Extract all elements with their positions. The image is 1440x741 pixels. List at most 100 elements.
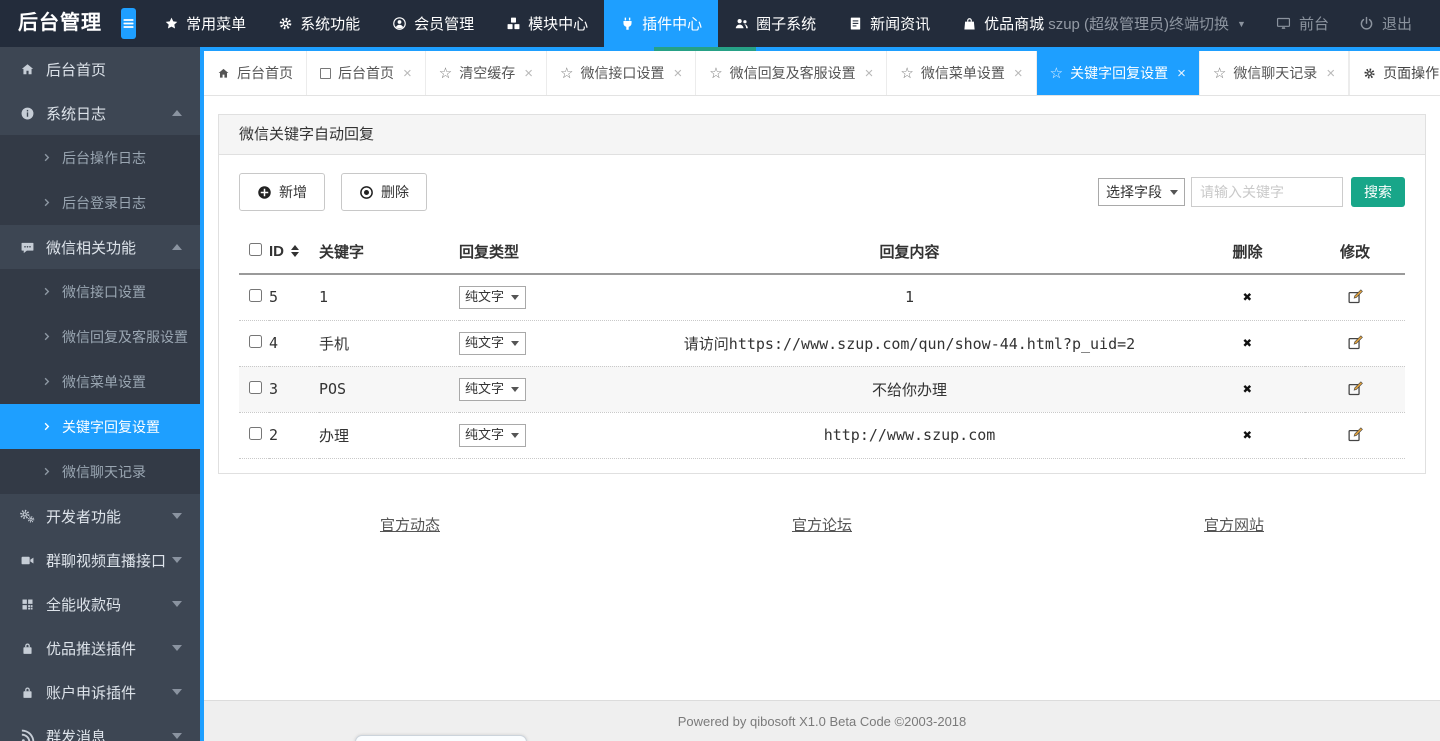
edit-icon[interactable] bbox=[1347, 380, 1364, 397]
nav-item-member-management[interactable]: 会员管理 bbox=[376, 0, 490, 47]
logout-button[interactable]: 退出 bbox=[1359, 13, 1412, 34]
tab-wechat-chat-log[interactable]: ☆ 微信聊天记录 × bbox=[1200, 51, 1350, 95]
tab-home-2[interactable]: 后台首页 × bbox=[307, 51, 426, 95]
tab-wechat-reply-service[interactable]: ☆ 微信回复及客服设置 × bbox=[696, 51, 888, 95]
nav-item-label: 圈子系统 bbox=[756, 16, 817, 33]
column-header-delete: 删除 bbox=[1190, 229, 1305, 275]
add-button[interactable]: 新增 bbox=[239, 173, 325, 211]
sidebar-group-payment-code[interactable]: 全能收款码 bbox=[0, 582, 200, 626]
sidebar-item-keyword-reply[interactable]: 关键字回复设置 bbox=[0, 404, 200, 449]
tab-wechat-api[interactable]: ☆ 微信接口设置 × bbox=[547, 51, 697, 95]
reply-type-select[interactable]: 纯文字 bbox=[459, 377, 526, 401]
tab-keyword-reply[interactable]: ☆ 关键字回复设置 × bbox=[1036, 51, 1200, 95]
frontend-link[interactable]: 前台 bbox=[1276, 13, 1329, 34]
caret-down-icon bbox=[172, 513, 182, 519]
reply-type-select[interactable]: 纯文字 bbox=[459, 423, 526, 447]
search-button[interactable]: 搜索 bbox=[1351, 177, 1405, 207]
close-icon[interactable]: × bbox=[1014, 65, 1023, 82]
select-all-checkbox[interactable] bbox=[249, 242, 262, 256]
sidebar-item-wechat-api[interactable]: 微信接口设置 bbox=[0, 269, 200, 314]
nav-item-common-menu[interactable]: 常用菜单 bbox=[148, 0, 262, 47]
sidebar-item-login-log[interactable]: 后台登录日志 bbox=[0, 180, 200, 225]
sidebar-item-operation-log[interactable]: 后台操作日志 bbox=[0, 135, 200, 180]
sidebar-item-label: 全能收款码 bbox=[46, 596, 122, 614]
nav-item-news[interactable]: 新闻资讯 bbox=[832, 0, 946, 47]
nav-item-module-center[interactable]: 模块中心 bbox=[490, 0, 604, 47]
delete-row-icon[interactable]: ✖ bbox=[1243, 380, 1252, 398]
page-operations-menu[interactable]: 页面操作 ▼ bbox=[1349, 51, 1440, 95]
caret-down-icon bbox=[172, 601, 182, 607]
tab-wechat-menu[interactable]: ☆ 微信菜单设置 × bbox=[887, 51, 1037, 95]
keyword-search-input[interactable] bbox=[1191, 177, 1343, 207]
info-circle-icon bbox=[21, 107, 34, 119]
close-icon[interactable]: × bbox=[673, 65, 682, 82]
close-icon[interactable]: × bbox=[865, 65, 874, 82]
official-site-link[interactable]: 官方网站 bbox=[1028, 514, 1440, 535]
row-checkbox[interactable] bbox=[249, 335, 262, 348]
nav-item-label: 会员管理 bbox=[414, 16, 475, 33]
sidebar-item-wechat-menu[interactable]: 微信菜单设置 bbox=[0, 359, 200, 404]
official-forum-link[interactable]: 官方论坛 bbox=[616, 514, 1028, 535]
sidebar-group-mass-message[interactable]: 群发消息 bbox=[0, 714, 200, 741]
chevron-down-icon: ▼ bbox=[1237, 18, 1246, 29]
sidebar-toggle-button[interactable] bbox=[120, 8, 137, 39]
add-button-label: 新增 bbox=[279, 184, 307, 200]
sidebar-group-system-logs[interactable]: 系统日志 bbox=[0, 91, 200, 135]
sidebar-group-appeal-plugin[interactable]: 账户申诉插件 bbox=[0, 670, 200, 714]
sidebar-group-wechat[interactable]: 微信相关功能 bbox=[0, 225, 200, 269]
edit-icon[interactable] bbox=[1347, 334, 1364, 351]
field-select-wrapper: 选择字段 bbox=[1098, 178, 1185, 206]
column-header-modify: 修改 bbox=[1305, 229, 1405, 275]
delete-button[interactable]: 删除 bbox=[341, 173, 427, 211]
sidebar-item-label: 微信聊天记录 bbox=[62, 463, 146, 480]
column-header-keyword: 关键字 bbox=[319, 229, 459, 275]
close-icon[interactable]: × bbox=[524, 65, 533, 82]
top-menu: 常用菜单 系统功能 会员管理 模块中心 插件中心 圈子系统 新闻资讯 优品商城 bbox=[148, 0, 1060, 47]
chevron-right-icon bbox=[44, 467, 50, 476]
edit-icon[interactable] bbox=[1347, 426, 1364, 443]
row-keyword: 办理 bbox=[319, 412, 459, 459]
close-icon[interactable]: × bbox=[1177, 65, 1186, 82]
edit-icon[interactable] bbox=[1347, 288, 1364, 305]
row-checkbox[interactable] bbox=[249, 427, 262, 440]
sidebar-item-wechat-reply-service[interactable]: 微信回复及客服设置 bbox=[0, 314, 200, 359]
nav-item-plugin-center[interactable]: 插件中心 bbox=[604, 0, 719, 47]
sidebar-item-label: 账户申诉插件 bbox=[46, 684, 137, 702]
terminal-switch-label: 终端切换 bbox=[1169, 16, 1230, 33]
column-header-id[interactable]: ID bbox=[269, 243, 284, 260]
reply-type-select[interactable]: 纯文字 bbox=[459, 331, 526, 355]
tab-clear-cache[interactable]: ☆ 清空缓存 × bbox=[426, 51, 547, 95]
nav-item-circle-system[interactable]: 圈子系统 bbox=[718, 0, 832, 47]
terminal-switch-menu[interactable]: 终端切换 ▼ bbox=[1169, 13, 1246, 34]
field-select[interactable]: 选择字段 bbox=[1098, 178, 1185, 206]
nav-item-system-functions[interactable]: 系统功能 bbox=[262, 0, 376, 47]
nav-item-shop[interactable]: 优品商城 bbox=[946, 0, 1060, 47]
tab-label: 微信回复及客服设置 bbox=[729, 65, 856, 81]
caret-down-icon bbox=[172, 733, 182, 739]
delete-row-icon[interactable]: ✖ bbox=[1243, 334, 1252, 352]
close-icon[interactable]: × bbox=[403, 65, 412, 82]
star-icon: ☆ bbox=[1212, 65, 1227, 82]
home-icon bbox=[21, 63, 34, 74]
tab-label: 微信接口设置 bbox=[580, 65, 665, 81]
reply-type-select[interactable]: 纯文字 bbox=[459, 285, 526, 309]
sidebar-group-video-live[interactable]: 群聊视频直播接口 bbox=[0, 538, 200, 582]
table-row: 2 办理 纯文字 http://www.szup.com ✖ bbox=[239, 412, 1405, 459]
tab-home[interactable]: 后台首页 bbox=[204, 51, 307, 95]
delete-row-icon[interactable]: ✖ bbox=[1243, 288, 1252, 306]
column-header-reply-content: 回复内容 bbox=[629, 229, 1190, 275]
row-checkbox[interactable] bbox=[249, 289, 262, 303]
delete-row-icon[interactable]: ✖ bbox=[1243, 426, 1252, 444]
sort-icon[interactable] bbox=[291, 245, 299, 257]
sidebar-group-developer[interactable]: 开发者功能 bbox=[0, 494, 200, 538]
row-reply-content: 不给你办理 bbox=[629, 366, 1190, 413]
table-row: 5 1 纯文字 1 ✖ bbox=[239, 274, 1405, 321]
official-news-link[interactable]: 官方动态 bbox=[204, 514, 616, 535]
close-icon[interactable]: × bbox=[1326, 65, 1335, 82]
row-checkbox[interactable] bbox=[249, 381, 262, 394]
sidebar-item-home[interactable]: 后台首页 bbox=[0, 47, 200, 91]
sidebar-item-wechat-chat-log[interactable]: 微信聊天记录 bbox=[0, 449, 200, 494]
star-icon: ☆ bbox=[1049, 65, 1064, 82]
users-icon bbox=[735, 19, 749, 29]
sidebar-group-push-plugin[interactable]: 优品推送插件 bbox=[0, 626, 200, 670]
